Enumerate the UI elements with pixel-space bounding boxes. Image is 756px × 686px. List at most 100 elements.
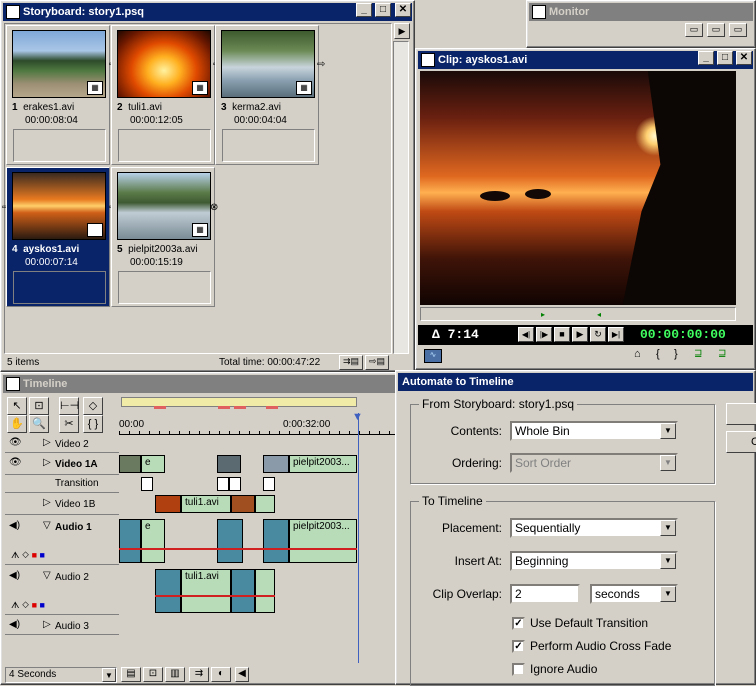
timeline-clip-audio[interactable]: [231, 569, 255, 613]
play-button[interactable]: ▶: [572, 327, 588, 342]
timeline-clip-video[interactable]: [255, 495, 275, 513]
minimize-button[interactable]: _: [356, 3, 372, 17]
maximize-button[interactable]: □: [375, 3, 391, 17]
timeline-titlebar[interactable]: Timeline: [3, 375, 395, 393]
clip-comment-box[interactable]: [13, 271, 106, 304]
time-ruler[interactable]: [119, 431, 395, 435]
audio-output-icon[interactable]: ◂): [741, 333, 749, 344]
timeline-clip-video[interactable]: [231, 495, 255, 513]
insert-at-select[interactable]: Beginning ▼: [510, 551, 678, 571]
timeline-clip-audio[interactable]: [119, 519, 141, 563]
timeline-clip-audio[interactable]: [217, 519, 243, 563]
track-header-transition[interactable]: Transition: [5, 475, 119, 493]
maximize-button[interactable]: □: [717, 51, 733, 65]
volume-rubberband[interactable]: [119, 548, 357, 550]
work-area-bar[interactable]: [121, 397, 357, 409]
track-header-audio3[interactable]: ◀) ▷ Audio 3: [5, 617, 119, 635]
chevron-down-icon[interactable]: ▼: [660, 520, 676, 536]
overlay-button[interactable]: ⊒: [718, 348, 726, 359]
clip-audio-waveform-icon[interactable]: ∿: [424, 349, 442, 363]
storyboard-clip-4[interactable]: ▦ 4 ayskos1.avi 00:00:07:14: [6, 167, 110, 307]
track-header-audio1[interactable]: ◀) ▽ Audio 1 ᗑ ◇ ■ ■: [5, 517, 119, 565]
storyboard-titlebar[interactable]: Storyboard: story1.psq: [3, 3, 412, 21]
sync-mode-button[interactable]: ⇉: [189, 667, 209, 682]
clip-scrub-bar[interactable]: ▸ ◂: [420, 307, 736, 321]
step-forward-button[interactable]: |▶: [536, 327, 552, 342]
ignore-audio-label[interactable]: Ignore Audio: [530, 662, 597, 676]
minimize-button[interactable]: _: [698, 51, 714, 65]
track-header-video2[interactable]: 👁 ▷ Video 2: [5, 435, 119, 453]
timeline-clip-video[interactable]: [217, 455, 241, 473]
in-out-tool-icon[interactable]: { }: [83, 415, 103, 433]
timeline-clip-video[interactable]: [155, 495, 181, 513]
timeline-clip-video[interactable]: pielpit2003...: [289, 455, 357, 473]
storyboard-clip-1[interactable]: ▦ 1 erakes1.avi 00:00:08:04: [6, 25, 110, 165]
clip-overlap-input[interactable]: 2: [510, 584, 580, 604]
speaker-icon[interactable]: ◀): [9, 570, 20, 581]
insert-at-edit-line-button[interactable]: ⇨▤: [365, 355, 389, 370]
clip-comment-box[interactable]: [118, 271, 211, 304]
expand-arrow-icon[interactable]: ▷: [43, 437, 51, 448]
insert-button[interactable]: ⊒: [694, 348, 702, 359]
timeline-clip-audio[interactable]: pielpit2003...: [289, 519, 357, 563]
monitor-view-button-1[interactable]: ▭: [685, 23, 703, 37]
transition-icon[interactable]: [229, 477, 241, 491]
placement-select[interactable]: Sequentially ▼: [510, 518, 678, 538]
stop-button[interactable]: ■: [554, 327, 570, 342]
timeline-clip-video[interactable]: [119, 455, 141, 473]
play-in-to-out-button[interactable]: ▶|: [608, 327, 624, 342]
chevron-down-icon[interactable]: ▼: [102, 668, 116, 682]
edit-line-handle-icon[interactable]: ▼: [352, 411, 363, 423]
range-select-tool-icon[interactable]: ⊡: [29, 397, 49, 415]
edge-view-button[interactable]: ◐: [211, 667, 231, 682]
razor-tool-icon[interactable]: ✂: [59, 415, 79, 433]
vertical-scrollbar[interactable]: [393, 41, 409, 354]
expand-arrow-icon[interactable]: ▷: [43, 457, 51, 468]
expand-arrow-icon[interactable]: ▷: [43, 619, 51, 630]
speaker-icon[interactable]: ◀): [9, 520, 20, 531]
in-point-marker[interactable]: ▸: [541, 310, 545, 319]
storyboard-clip-2[interactable]: ▦ 2 tuli1.avi 00:00:12:05: [111, 25, 215, 165]
zoom-level-select[interactable]: 4 Seconds ▼: [5, 667, 117, 683]
track-options-icons[interactable]: ᗑ ◇ ■ ■: [11, 600, 45, 611]
track-header-video1b[interactable]: ▷ Video 1B: [5, 493, 119, 515]
timeline-clip-video[interactable]: e: [141, 455, 165, 473]
out-point-marker[interactable]: ◂: [597, 310, 601, 319]
rolling-edit-tool-icon[interactable]: ⊢⊣: [59, 397, 79, 415]
ok-button[interactable]: [726, 403, 756, 425]
timeline-clip-audio[interactable]: [263, 519, 289, 563]
overlap-unit-select[interactable]: seconds ▼: [590, 584, 678, 604]
timeline-clip-audio[interactable]: [155, 569, 181, 613]
contents-select[interactable]: Whole Bin ▼: [510, 421, 678, 441]
transition-icon[interactable]: [263, 477, 275, 491]
hand-tool-icon[interactable]: ✋: [7, 415, 27, 433]
automate-to-timeline-button[interactable]: ⇉▤: [339, 355, 363, 370]
expand-arrow-icon[interactable]: ▽: [43, 570, 51, 581]
clip-comment-box[interactable]: [13, 129, 106, 162]
edit-line[interactable]: [358, 413, 359, 663]
timeline-clip-video[interactable]: [263, 455, 289, 473]
close-button[interactable]: ✕: [736, 51, 752, 65]
track-header-audio2[interactable]: ◀) ▽ Audio 2 ᗑ ◇ ■ ■: [5, 567, 119, 615]
mark-in-button[interactable]: {: [656, 348, 660, 360]
use-default-transition-checkbox[interactable]: ✓: [512, 617, 525, 630]
shift-tracks-button[interactable]: ▥: [165, 667, 185, 682]
timeline-clip-audio[interactable]: [255, 569, 275, 613]
step-back-button[interactable]: ◀|: [518, 327, 534, 342]
timeline-clip-audio[interactable]: tuli1.avi: [181, 569, 231, 613]
speaker-icon[interactable]: ◀): [9, 619, 20, 630]
monitor-view-button-2[interactable]: ▭: [707, 23, 725, 37]
audio-cross-fade-checkbox[interactable]: ✓: [512, 640, 525, 653]
audio-cross-fade-label[interactable]: Perform Audio Cross Fade: [530, 639, 671, 653]
transition-icon[interactable]: [141, 477, 153, 491]
expand-arrow-icon[interactable]: ▽: [43, 520, 51, 531]
storyboard-clip-3[interactable]: ▦ 3 kerma2.avi 00:00:04:04: [215, 25, 319, 165]
timeline-clip-video[interactable]: tuli1.avi: [181, 495, 231, 513]
volume-rubberband[interactable]: [155, 595, 275, 597]
chevron-down-icon[interactable]: ▼: [660, 553, 676, 569]
track-options-button[interactable]: ▤: [121, 667, 141, 682]
clip-comment-box[interactable]: [222, 129, 315, 162]
track-header-video1a[interactable]: 👁 ▷ Video 1A: [5, 453, 119, 475]
storyboard-menu-arrow-button[interactable]: ▶: [394, 23, 410, 39]
fade-tool-icon[interactable]: ◇: [83, 397, 103, 415]
